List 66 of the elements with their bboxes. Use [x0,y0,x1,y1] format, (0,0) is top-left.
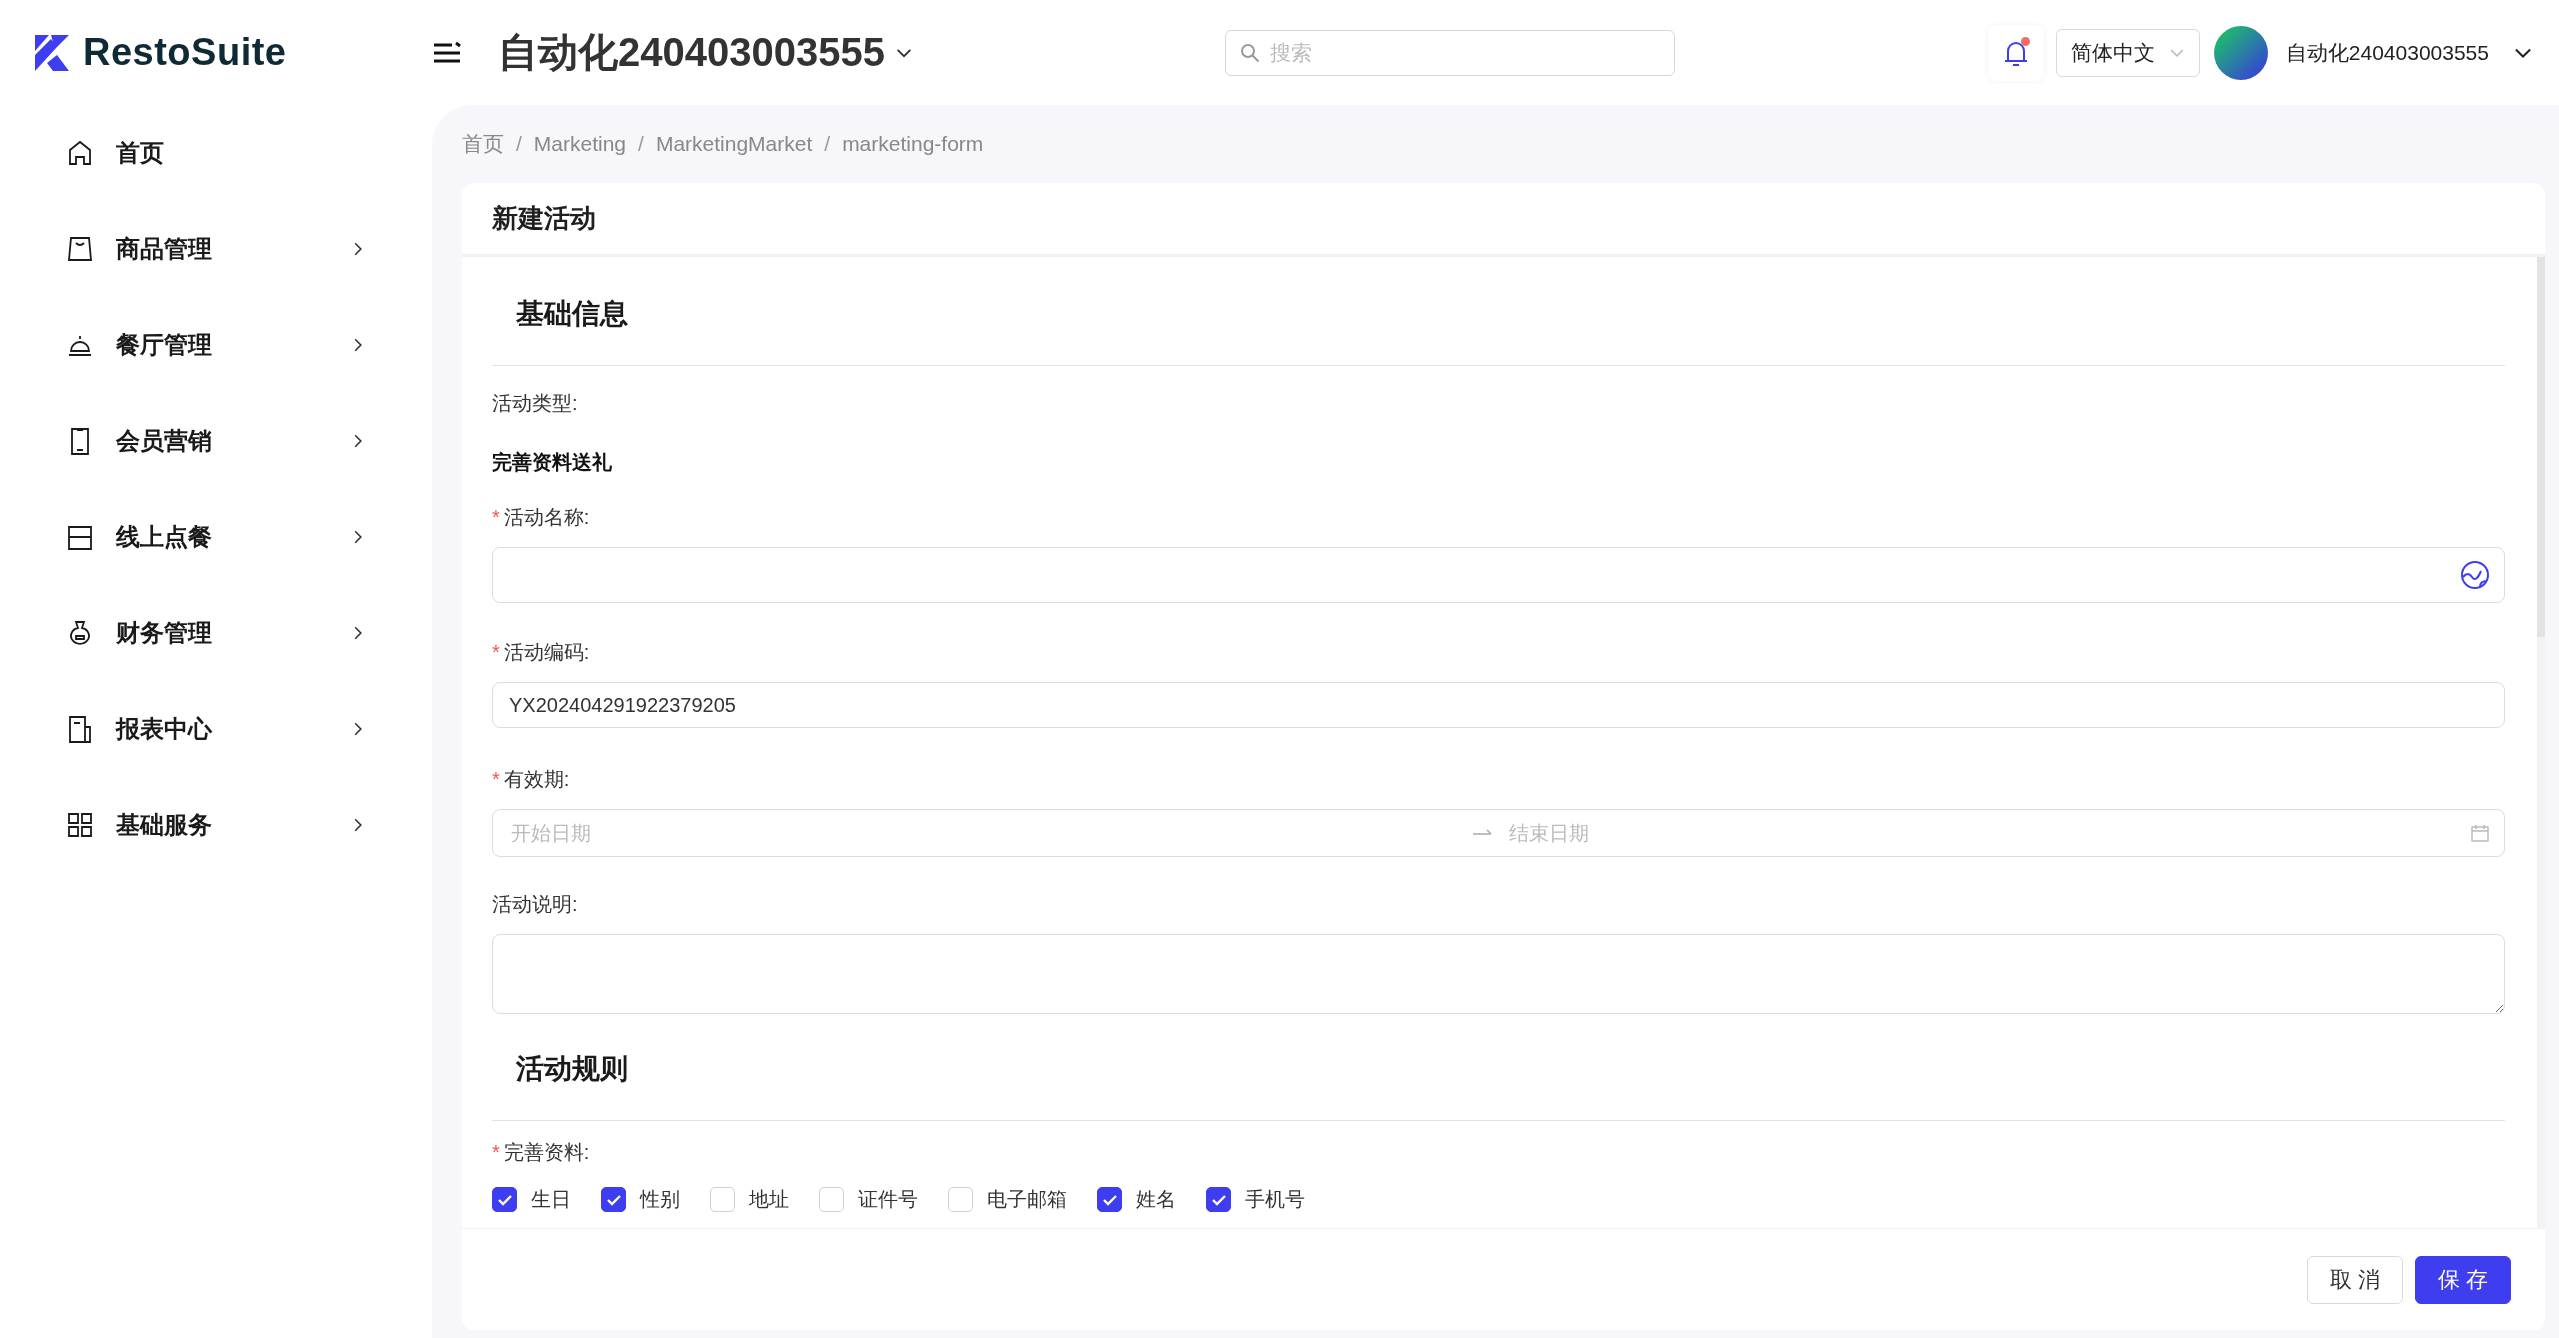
section-title: 基础信息 [492,257,2505,366]
language-select[interactable]: 简体中文 [2055,28,2200,77]
brand-name: RestoSuite [83,31,287,74]
field-label: 活动说明: [492,892,578,917]
field-label: 活动编码: [503,640,590,665]
field-label: 完善资料: [503,1140,590,1165]
sidebar-item[interactable]: 线上点餐 [0,489,432,585]
checkbox-option[interactable]: 证件号 [819,1186,918,1213]
sidebar-item[interactable]: 餐厅管理 [0,297,432,393]
store-selector[interactable]: 自动化240403003555 [498,25,913,80]
checkbox-option[interactable]: 地址 [710,1186,789,1213]
checkbox-option[interactable]: 手机号 [1206,1186,1305,1213]
sidebar-item[interactable]: 会员营销 [0,393,432,489]
check-icon [496,1193,513,1206]
cancel-button[interactable]: 取 消 [2306,1255,2403,1304]
save-button[interactable]: 保 存 [2414,1255,2511,1304]
sidebar-item[interactable]: 报表中心 [0,681,432,777]
checkbox[interactable] [601,1187,626,1212]
required-mark: * [492,506,500,529]
required-mark: * [492,641,500,664]
report-icon [66,715,94,743]
grid-icon [66,811,94,839]
card-title: 新建活动 [462,183,2545,257]
sidebar-item[interactable]: 财务管理 [0,585,432,681]
home-icon [66,139,94,167]
field-label: 活动名称: [503,505,590,530]
arrow-right-icon [1472,828,1493,838]
check-icon [605,1193,622,1206]
end-date-input[interactable]: 结束日期 [1506,820,2456,846]
check-icon [1101,1193,1118,1206]
unread-dot [2020,36,2030,46]
start-date-input[interactable]: 开始日期 [509,820,1459,846]
checkbox-option[interactable]: 姓名 [1097,1186,1176,1213]
calendar-icon [2470,823,2490,843]
checkbox-option[interactable]: 生日 [492,1186,571,1213]
scrollbar[interactable] [2537,257,2545,1228]
breadcrumb-separator: / [638,132,644,156]
search-field[interactable]: 搜索 [1225,29,1676,76]
search-icon [1240,42,1261,63]
input-field[interactable]: YX202404291922379205 [492,682,2505,728]
check-icon [1210,1193,1227,1206]
required-mark: * [492,768,500,791]
required-mark: * [492,1141,500,1164]
menu-icon[interactable] [432,40,462,65]
activity-type-value: 完善资料送礼 [492,450,613,475]
input-field[interactable] [492,547,2505,603]
bag-icon [66,235,94,263]
field-label: 有效期: [503,767,570,792]
field-label: 活动类型: [492,391,578,416]
checkbox-option[interactable]: 性别 [601,1186,680,1213]
breadcrumb-separator: / [516,132,522,156]
sidebar-item[interactable]: 商品管理 [0,201,432,297]
checkbox[interactable] [1206,1187,1231,1212]
checkbox[interactable] [492,1187,517,1212]
date-range-field[interactable]: 开始日期 结束日期 [492,809,2505,857]
section-title: 活动规则 [492,1014,2505,1121]
sidebar-item[interactable]: 基础服务 [0,777,432,873]
checkbox[interactable] [1097,1187,1122,1212]
breadcrumb-separator: / [824,132,831,156]
globe-icon [2460,560,2490,590]
sidebar-item[interactable]: 首页 [0,105,432,201]
checkbox-option[interactable]: 电子邮箱 [948,1186,1067,1213]
description-field[interactable] [492,934,2505,1014]
notification-button[interactable] [1987,24,2044,81]
user-menu[interactable]: 自动化240403003555 [2279,37,2539,68]
box-icon [66,523,94,551]
